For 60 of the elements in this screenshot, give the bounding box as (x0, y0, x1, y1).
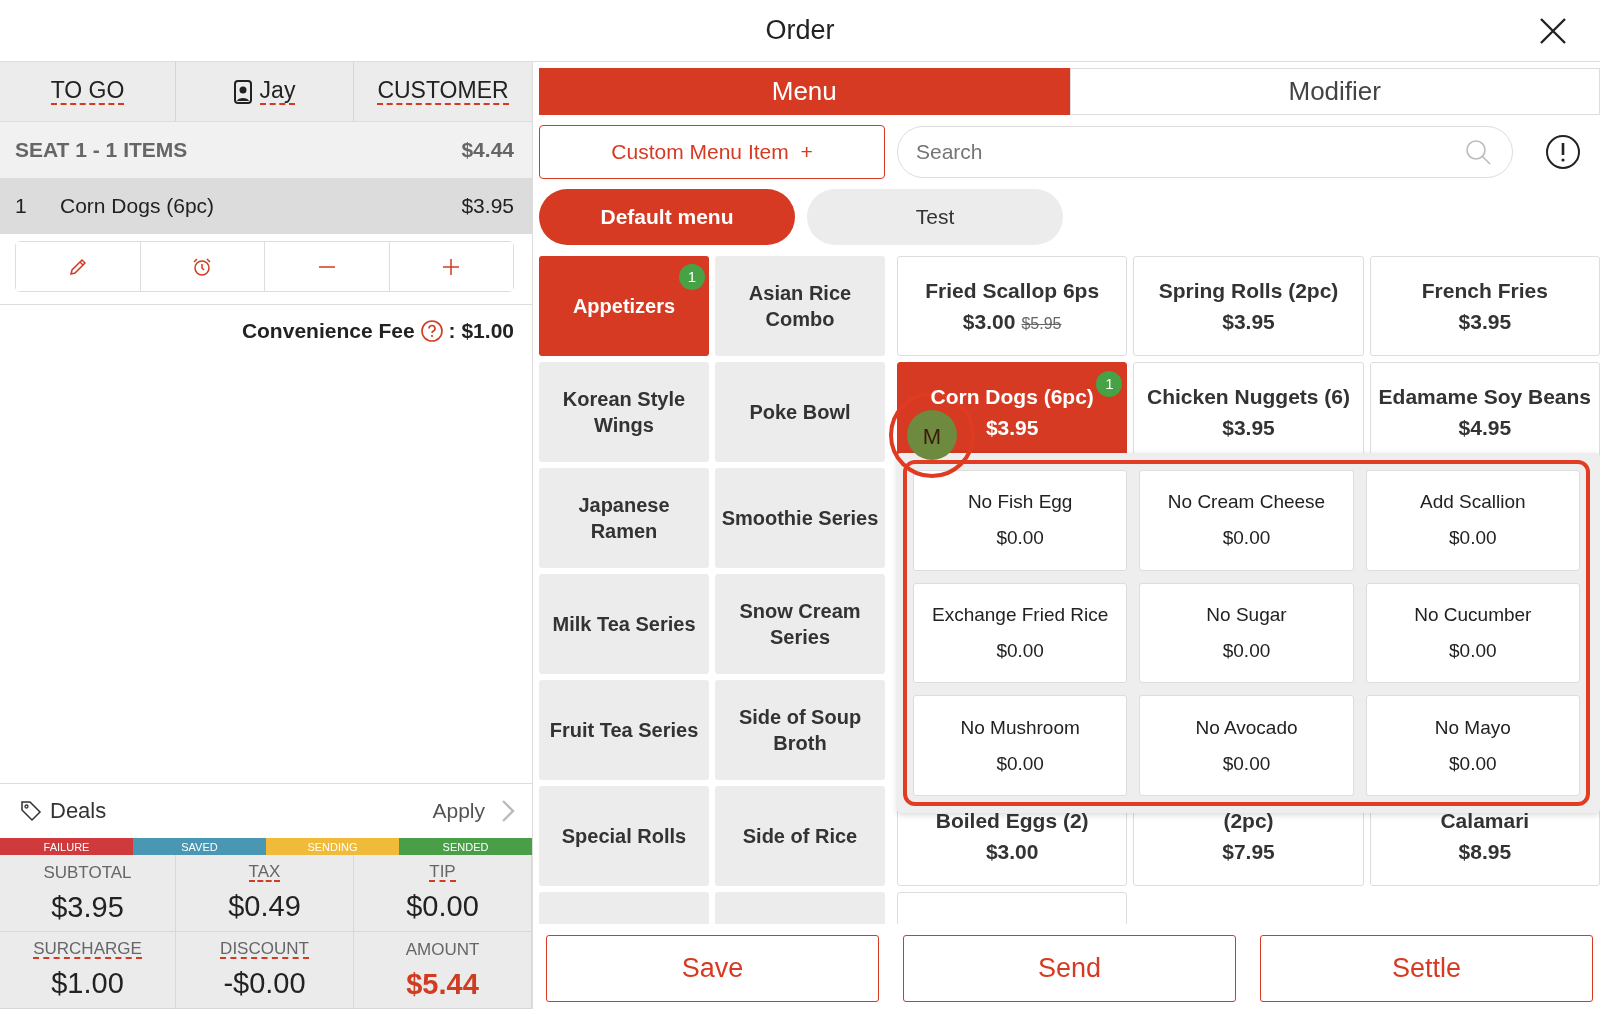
fee-label: Convenience Fee (241, 319, 415, 343)
seat-total: $4.44 (461, 138, 514, 162)
item-name: Corn Dogs (6pc) (60, 194, 216, 218)
item-price: $3.95 (1222, 310, 1275, 334)
item-price: $3.00 (985, 840, 1039, 864)
item-name: Calamari (1440, 808, 1530, 832)
item-price: $4.95 (1458, 416, 1512, 440)
modifier-price: $0.00 (1449, 527, 1497, 550)
modifier-name: No Mushroom (960, 716, 1080, 739)
item-price: $8.95 (1458, 840, 1512, 864)
status-legend-item: FAILURE (0, 838, 133, 855)
total-label: AMOUNT (405, 939, 480, 960)
total-value: $3.95 (51, 890, 124, 924)
total-value: $1.00 (51, 967, 124, 1001)
seat-label: SEAT 1 - 1 ITEMS (15, 138, 188, 162)
item-price: $3.95 (985, 416, 1039, 440)
item-name: Corn Dogs (6pc) (930, 384, 1094, 408)
status-legend-item: SAVED (133, 838, 266, 855)
modifier-price: $0.00 (1222, 752, 1271, 775)
count-badge: 1 (1096, 371, 1123, 397)
item-quantity: 1 (15, 194, 28, 218)
item-price: $3.00 (962, 310, 1016, 334)
item-name: Spring Rolls (2pc) (1158, 278, 1339, 302)
modifier-price: $0.00 (1449, 752, 1497, 775)
modifier-name: Add Scallion (1420, 491, 1526, 514)
modifier-name: No Avocado (1195, 716, 1298, 739)
modifier-price: $0.00 (996, 640, 1044, 662)
modifier-price: $0.00 (996, 527, 1044, 550)
item-name: Boiled Eggs (2) (935, 808, 1089, 832)
original-price: $5.95 (1021, 315, 1062, 333)
total-value: $5.44 (406, 967, 479, 1001)
fee-value: : $1.00 (448, 319, 514, 343)
item-price: $7.95 (1222, 840, 1275, 864)
total-label: SUBTOTAL (43, 862, 132, 883)
status-legend-item: SENDING (266, 838, 399, 855)
total-value: $0.00 (406, 890, 479, 924)
modifier-name: No Sugar (1206, 604, 1287, 626)
window-title: Order (765, 15, 835, 46)
total-value: $0.49 (228, 890, 301, 924)
modifier-name: No Mayo (1434, 716, 1511, 739)
deals-label: Deals (50, 798, 108, 824)
status-legend-item: SENDED (399, 838, 532, 855)
modifier-price: $0.00 (1222, 640, 1271, 662)
item-name: French Fries (1421, 278, 1548, 302)
item-name: Edamame Soy Beans (1378, 384, 1592, 408)
modifier-price: $0.00 (1449, 640, 1497, 662)
modifier-price: $0.00 (1222, 527, 1271, 550)
modifier-name: No Cucumber (1414, 604, 1532, 626)
item-name: (2pc) (1223, 808, 1274, 832)
item-price: $3.95 (461, 194, 514, 218)
modifier-name: Exchange Fried Rice (931, 604, 1109, 626)
item-price: $3.95 (1222, 416, 1275, 440)
modifier-name: No Fish Egg (967, 491, 1073, 514)
modifier-name: No Cream Cheese (1167, 491, 1326, 514)
item-name: Chicken Nuggets (6) (1146, 384, 1350, 408)
count-badge: 1 (679, 264, 705, 290)
item-price: $3.95 (1458, 310, 1512, 334)
total-value: -$0.00 (223, 967, 306, 1001)
item-name: Fried Scallop 6ps (925, 278, 1100, 302)
modifier-price: $0.00 (996, 752, 1044, 775)
